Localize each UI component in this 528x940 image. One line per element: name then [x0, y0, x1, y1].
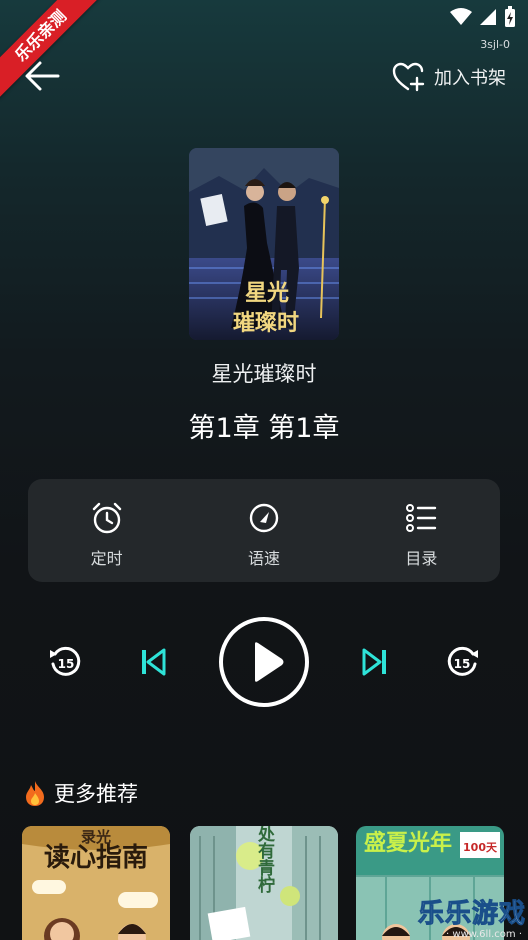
next-chapter-button[interactable]	[358, 644, 392, 680]
recommendation-badge: 100天	[463, 841, 498, 854]
forward-15-icon: 15	[447, 646, 478, 676]
arrow-left-icon	[25, 61, 60, 91]
recommendation-cover: 光深处有青柠	[190, 826, 338, 940]
add-to-shelf-label: 加入书架	[434, 68, 506, 89]
forward-seconds: 15	[454, 657, 471, 671]
watermark-text: 乐乐游戏	[417, 899, 526, 930]
book-title: 星光璀璨时	[211, 362, 317, 386]
toc-label: 目录	[405, 549, 438, 568]
device-id: 3sjl-0	[480, 38, 510, 51]
speed-button[interactable]: 语速	[185, 479, 342, 582]
timer-label: 定时	[90, 549, 123, 568]
recommendation-title: 盛夏光年	[364, 830, 452, 856]
speed-label: 语速	[247, 549, 280, 568]
recommendation-title: 读心指南	[44, 843, 148, 873]
book-cover[interactable]: 星光 璀璨时	[189, 148, 339, 340]
fire-icon	[26, 781, 44, 806]
play-button[interactable]	[218, 616, 310, 708]
recommendation-card[interactable]: 录光 读心指南	[22, 826, 170, 940]
rewind-button[interactable]: 15	[46, 642, 86, 682]
watermark: 乐乐游戏 · www.6ll.com ·	[408, 888, 528, 940]
alarm-clock-icon	[92, 502, 121, 534]
svg-text:星光: 星光	[245, 280, 289, 306]
list-icon	[406, 504, 437, 532]
speedometer-icon	[249, 503, 279, 533]
more-recommendations-label: 更多推荐	[54, 782, 138, 806]
recommendation-cover: 录光 读心指南	[22, 826, 170, 940]
play-icon	[219, 617, 309, 707]
player-controls: 15 15	[0, 616, 528, 708]
timer-button[interactable]: 定时	[28, 479, 185, 582]
rewind-seconds: 15	[58, 657, 75, 671]
toc-button[interactable]: 目录	[343, 479, 500, 582]
add-to-shelf-button[interactable]: 加入书架	[392, 62, 506, 92]
battery-icon	[505, 6, 515, 27]
skip-next-icon	[362, 648, 386, 676]
wifi-icon	[450, 8, 472, 25]
rewind-15-icon: 15	[50, 646, 81, 676]
more-recommendations-header: 更多推荐	[22, 778, 138, 808]
controls-panel: 定时 语速 目录	[28, 479, 500, 582]
forward-button[interactable]: 15	[442, 642, 482, 682]
recommendation-card[interactable]: 光深处有青柠	[190, 826, 338, 940]
chapter-title: 第1章 第1章	[188, 413, 340, 444]
previous-chapter-button[interactable]	[136, 644, 170, 680]
recommendation-title: 光深处有青柠	[254, 826, 276, 894]
svg-text:璀璨时: 璀璨时	[233, 310, 299, 336]
book-cover-art: 星光 璀璨时	[189, 148, 339, 340]
signal-icon	[480, 9, 496, 25]
back-button[interactable]	[22, 56, 62, 96]
watermark-url: · www.6ll.com ·	[446, 929, 522, 940]
status-icons	[450, 6, 516, 28]
heart-plus-icon	[392, 62, 425, 92]
skip-previous-icon	[142, 648, 166, 676]
